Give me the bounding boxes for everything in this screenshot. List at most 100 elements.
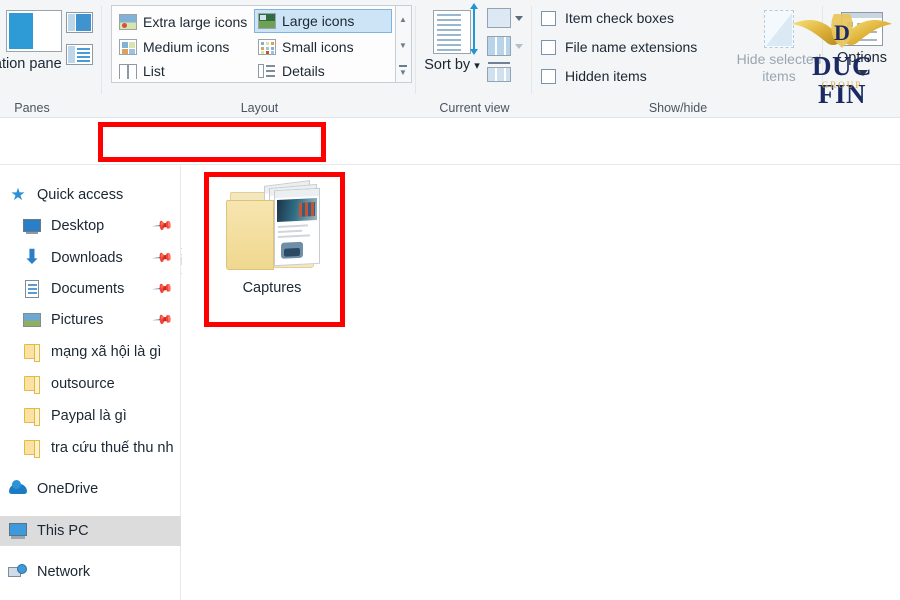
checkbox-icon[interactable] <box>541 10 556 26</box>
pin-icon[interactable]: 📌 <box>152 247 174 270</box>
sort-by-label[interactable]: Sort by ▾ <box>421 57 483 75</box>
group-by-caret-icon[interactable] <box>515 16 523 21</box>
network-icon <box>8 562 28 582</box>
sidebar-item-label: Documents <box>51 281 125 297</box>
sidebar-item-outsource[interactable]: outsource <box>0 369 181 399</box>
sort-by-text: Sort by <box>424 57 471 73</box>
ribbon-group-options: Options <box>824 0 900 118</box>
group-label-current-view: Current view <box>439 101 510 115</box>
ribbon-group-current-view: Sort by ▾ Current view <box>417 0 532 118</box>
downloads-icon: ⬇ <box>24 247 40 268</box>
layout-item-label: Details <box>282 63 325 79</box>
gallery-scroll-up-icon[interactable]: ▲ <box>396 6 410 32</box>
group-label-panes: Panes <box>14 101 50 115</box>
sidebar-item-documents[interactable]: Documents 📌 <box>0 274 181 304</box>
pin-icon[interactable]: 📌 <box>152 309 174 332</box>
folder-icon <box>22 438 42 458</box>
checkbox-hidden-items[interactable]: Hidden items <box>541 68 647 84</box>
options-label[interactable]: Options <box>824 50 900 66</box>
group-label-show-hide: Show/hide <box>648 101 708 115</box>
desktop-icon <box>22 216 42 236</box>
sidebar-item-label: OneDrive <box>37 481 99 497</box>
group-by-icon[interactable] <box>487 8 511 30</box>
sidebar-item-network[interactable]: Network <box>0 557 181 587</box>
extra-large-icons-icon <box>119 14 137 30</box>
sidebar-item-label: Downloads <box>51 250 123 266</box>
sidebar-item-paypal-la-gi[interactable]: Paypal là gì <box>0 401 181 431</box>
layout-item-large-icons[interactable]: Large icons <box>254 9 392 33</box>
layout-item-extra-large-icons[interactable]: Extra large icons <box>116 10 247 34</box>
layout-item-small-icons[interactable]: Small icons <box>255 35 354 59</box>
group-label-layout: Layout <box>240 101 279 115</box>
layout-item-label: Medium icons <box>143 39 230 55</box>
ribbon-group-show-hide: Item check boxes File name extensions Hi… <box>533 0 823 118</box>
sidebar-item-onedrive[interactable]: OneDrive <box>0 474 181 504</box>
layout-item-label: Large icons <box>282 13 355 29</box>
folder-icon <box>22 342 42 362</box>
sidebar-item-label: Quick access <box>37 187 124 203</box>
size-all-columns-icon[interactable] <box>487 62 511 84</box>
file-item-captures[interactable]: Captures <box>212 178 332 328</box>
layout-gallery-scrollbar[interactable]: ▲ ▼ ▼ <box>396 5 412 83</box>
large-icons-icon <box>258 13 276 29</box>
file-list-view[interactable]: Captures <box>182 166 900 600</box>
sidebar-item-label: Desktop <box>51 218 105 234</box>
sidebar-item-label: Pictures <box>51 312 104 328</box>
hide-selected-items-icon <box>764 10 794 48</box>
sidebar-item-label: This PC <box>37 523 89 539</box>
gallery-scroll-down-icon[interactable]: ▼ <box>396 32 410 58</box>
hide-selected-items-button[interactable]: Hide selected items <box>733 8 825 85</box>
file-explorer-window: avigation pane Panes Extra large icons L <box>0 0 900 600</box>
file-item-label: Captures <box>242 280 302 296</box>
navigation-pane: ★ Quick access Desktop 📌 ⬇ Downloads 📌 D… <box>0 166 181 600</box>
gallery-more-icon[interactable]: ▼ <box>396 58 410 84</box>
layout-item-details[interactable]: Details <box>255 59 325 83</box>
sidebar-item-label: tra cứu thuế thu nh <box>51 440 174 456</box>
sidebar-item-label: Paypal là gì <box>51 408 127 424</box>
checkbox-icon[interactable] <box>541 68 556 84</box>
layout-item-label: Small icons <box>282 39 354 55</box>
preview-pane-icon[interactable] <box>66 12 93 33</box>
ribbon-group-panes: avigation pane Panes <box>0 0 102 118</box>
layout-item-label: List <box>143 63 165 79</box>
this-pc-icon <box>8 521 28 541</box>
options-caret-icon[interactable] <box>858 70 868 76</box>
add-columns-caret-icon[interactable] <box>515 44 523 49</box>
details-pane-icon[interactable] <box>66 44 93 65</box>
list-icon <box>119 63 137 79</box>
star-icon: ★ <box>10 185 26 204</box>
pin-icon[interactable]: 📌 <box>152 278 174 301</box>
sidebar-item-label: Network <box>37 564 91 580</box>
pin-icon[interactable]: 📌 <box>152 215 174 238</box>
options-icon[interactable] <box>841 12 883 46</box>
sidebar-item-mang-xa-hoi-la-gi[interactable]: mạng xã hội là gì <box>0 337 181 367</box>
details-icon <box>258 63 276 79</box>
sidebar-item-desktop[interactable]: Desktop 📌 <box>0 211 181 241</box>
hide-selected-items-label-1: Hide selected <box>736 51 822 67</box>
layout-item-medium-icons[interactable]: Medium icons <box>116 35 229 59</box>
address-bar: ← → ⌄ ↑ › This PC › Videos › ⌄ ↻ Search … <box>0 119 900 274</box>
layout-item-label: Extra large icons <box>143 14 248 30</box>
add-columns-icon[interactable] <box>487 36 511 58</box>
folder-icon <box>22 406 42 426</box>
sidebar-item-downloads[interactable]: ⬇ Downloads 📌 <box>0 243 181 273</box>
medium-icons-icon <box>119 39 137 55</box>
navigation-pane-icon[interactable] <box>6 10 62 52</box>
checkbox-file-name-extensions[interactable]: File name extensions <box>541 39 697 55</box>
sidebar-item-pictures[interactable]: Pictures 📌 <box>0 305 181 335</box>
sidebar-item-this-pc[interactable]: This PC <box>0 516 181 546</box>
checkbox-icon[interactable] <box>541 39 556 55</box>
sidebar-item-tra-cuu-thue-thu-nhap[interactable]: tra cứu thuế thu nh <box>0 433 181 463</box>
sidebar-item-quick-access[interactable]: ★ Quick access <box>0 180 181 210</box>
ribbon: avigation pane Panes Extra large icons L <box>0 0 900 118</box>
layout-item-list[interactable]: List <box>116 59 165 83</box>
folder-icon <box>22 374 42 394</box>
sort-direction-icon <box>470 3 478 55</box>
sort-by-icon[interactable] <box>433 10 471 54</box>
sidebar-item-label: outsource <box>51 376 115 392</box>
ribbon-group-layout: Extra large icons Large icons Medium ico… <box>103 0 416 118</box>
navigation-pane-label[interactable]: avigation pane <box>0 56 67 73</box>
checkbox-item-check-boxes[interactable]: Item check boxes <box>541 10 674 26</box>
sidebar-item-label: mạng xã hội là gì <box>51 344 162 360</box>
checkbox-label: Hidden items <box>565 68 647 84</box>
